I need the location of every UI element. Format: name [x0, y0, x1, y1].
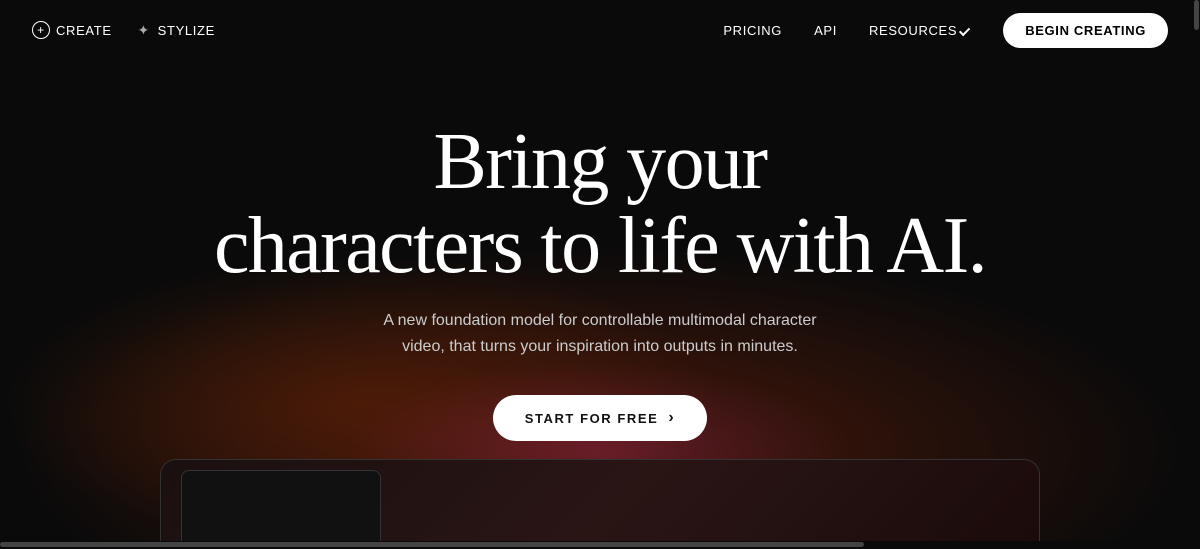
video-preview [160, 459, 1040, 549]
stylize-label: STYLIZE [158, 23, 215, 38]
nav-left: CREATE ✦ STYLIZE [32, 21, 215, 39]
page-scrollbar-right[interactable] [1192, 0, 1200, 549]
hero-title-line2: characters to life with AI. [214, 202, 986, 290]
hero-title: Bring your characters to life with AI. [214, 120, 986, 288]
arrow-right-icon: › [668, 409, 675, 427]
hero-subtitle: A new foundation model for controllable … [360, 308, 840, 359]
create-nav-item[interactable]: CREATE [32, 21, 112, 39]
create-label: CREATE [56, 23, 112, 38]
scrollbar-thumb-right [1194, 0, 1199, 30]
video-inner-card [181, 470, 381, 549]
navbar: CREATE ✦ STYLIZE PRICING API RESOURCES B… [0, 0, 1200, 60]
start-button-label: START FOR FREE [525, 411, 659, 426]
create-icon [32, 21, 50, 39]
begin-creating-button[interactable]: BEGIN CREATING [1003, 13, 1168, 48]
hero-section: Bring your characters to life with AI. A… [0, 60, 1200, 549]
nav-right: PRICING API RESOURCES BEGIN CREATING [723, 13, 1168, 48]
stylize-nav-item[interactable]: ✦ STYLIZE [136, 22, 215, 38]
brush-icon: ✦ [136, 22, 152, 38]
pricing-link[interactable]: PRICING [723, 23, 782, 38]
start-for-free-button[interactable]: START FOR FREE › [493, 395, 707, 441]
api-label: API [814, 23, 837, 38]
scrollbar-thumb-bottom [0, 542, 864, 547]
pricing-label: PRICING [723, 23, 782, 38]
api-link[interactable]: API [814, 23, 837, 38]
resources-label: RESOURCES [869, 23, 957, 38]
resources-link[interactable]: RESOURCES [869, 23, 971, 38]
chevron-down-icon [959, 24, 970, 35]
hero-title-line1: Bring your [434, 118, 767, 206]
video-preview-inner [161, 460, 1039, 549]
hero-content: Bring your characters to life with AI. A… [214, 120, 986, 441]
page-scrollbar-bottom[interactable] [0, 541, 1200, 549]
